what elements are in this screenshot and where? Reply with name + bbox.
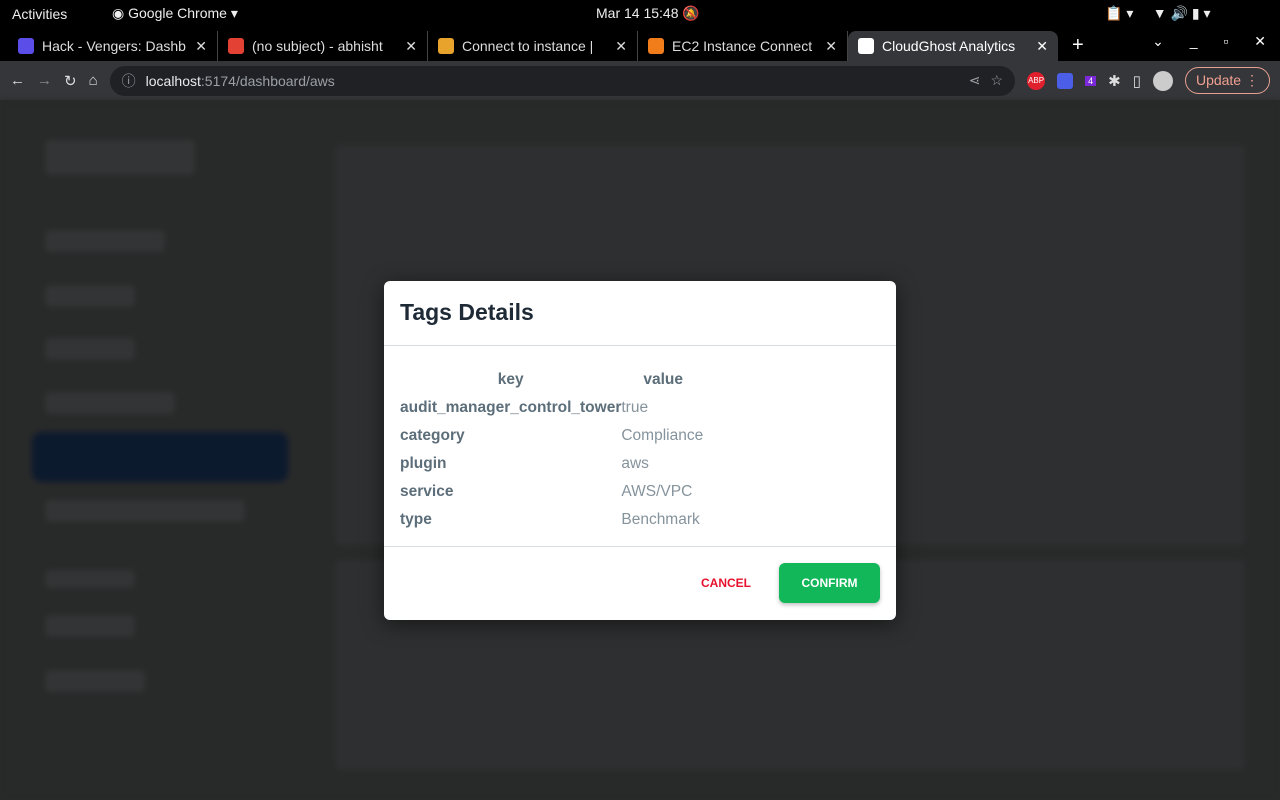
home-icon[interactable]: ⌂ [89, 72, 98, 89]
tab[interactable]: Connect to instance | ✕ [428, 31, 638, 61]
aws-icon [438, 38, 454, 54]
tab-favicon-icon [18, 38, 34, 54]
tab-active[interactable]: CloudGhost Analytics ✕ [848, 31, 1058, 61]
url-input[interactable]: ⓘ localhost:5174/dashboard/aws ⋖ ☆ [109, 65, 1016, 96]
extension-badge[interactable]: 4 [1085, 75, 1097, 86]
tags-table: key value audit_manager_control_tower true… [400, 366, 703, 534]
clock[interactable]: Mar 14 15:48 🔕 [596, 5, 700, 22]
table-row: service AWS/VPC [400, 483, 693, 500]
table-row: category Compliance [400, 427, 704, 444]
close-icon[interactable]: ✕ [825, 38, 837, 55]
table-row: type Benchmark [400, 511, 700, 528]
gmail-icon [228, 38, 244, 54]
table-row: plugin aws [400, 455, 649, 472]
address-bar-row: ← → ↻ ⌂ ⓘ localhost:5174/dashboard/aws ⋖… [0, 61, 1280, 100]
column-header-value: value [643, 371, 683, 388]
forward-icon[interactable]: → [37, 72, 52, 89]
puzzle-icon[interactable]: ✱ [1108, 72, 1121, 90]
close-icon[interactable]: ✕ [405, 38, 417, 55]
tab[interactable]: EC2 Instance Connect ✕ [638, 31, 848, 61]
extension-icon[interactable] [1057, 72, 1074, 89]
tags-details-dialog: Tags Details key value audit_manager_cont… [384, 281, 896, 620]
new-tab-button[interactable]: + [1072, 34, 1084, 57]
side-panel-icon[interactable]: ▯ [1133, 72, 1141, 90]
tab[interactable]: (no subject) - abhisht ✕ [218, 31, 428, 61]
dialog-title: Tags Details [384, 281, 896, 346]
column-header-key: key [497, 371, 524, 388]
tab-strip: Hack - Vengers: Dashb ✕ (no subject) - ab… [0, 27, 1280, 61]
activities-button[interactable]: Activities [12, 6, 67, 22]
tab[interactable]: Hack - Vengers: Dashb ✕ [8, 31, 218, 61]
window-controls[interactable]: ⌄ _ ▫ ✕ [1152, 33, 1266, 50]
table-row: audit_manager_control_tower true [400, 399, 649, 416]
close-icon[interactable]: ✕ [1036, 38, 1048, 55]
cancel-button[interactable]: CANCEL [701, 576, 751, 590]
star-icon[interactable]: ☆ [991, 72, 1004, 89]
tab-favicon-icon [858, 38, 874, 54]
confirm-button[interactable]: CONFIRM [779, 563, 880, 603]
app-menu[interactable]: ◉ Google Chrome ▾ [112, 5, 238, 22]
dialog-body: key value audit_manager_control_tower true… [384, 346, 896, 547]
ec2-icon [648, 38, 664, 54]
back-icon[interactable]: ← [10, 72, 25, 89]
adblock-icon[interactable]: ABP [1027, 71, 1046, 90]
system-top-bar: Activities ◉ Google Chrome ▾ Mar 14 15:4… [0, 0, 1280, 27]
dialog-footer: CANCEL CONFIRM [384, 547, 896, 619]
system-tray[interactable]: 📋 ▾ ▼ 🔊 ▮ ▾ [1105, 5, 1211, 22]
close-icon[interactable]: ✕ [195, 38, 207, 55]
update-button[interactable]: Update ⋮ [1184, 67, 1270, 94]
avatar[interactable] [1152, 70, 1173, 91]
info-icon[interactable]: ⓘ [122, 71, 136, 91]
close-icon[interactable]: ✕ [615, 38, 627, 55]
share-icon[interactable]: ⋖ [969, 72, 981, 89]
reload-icon[interactable]: ↻ [64, 72, 77, 90]
